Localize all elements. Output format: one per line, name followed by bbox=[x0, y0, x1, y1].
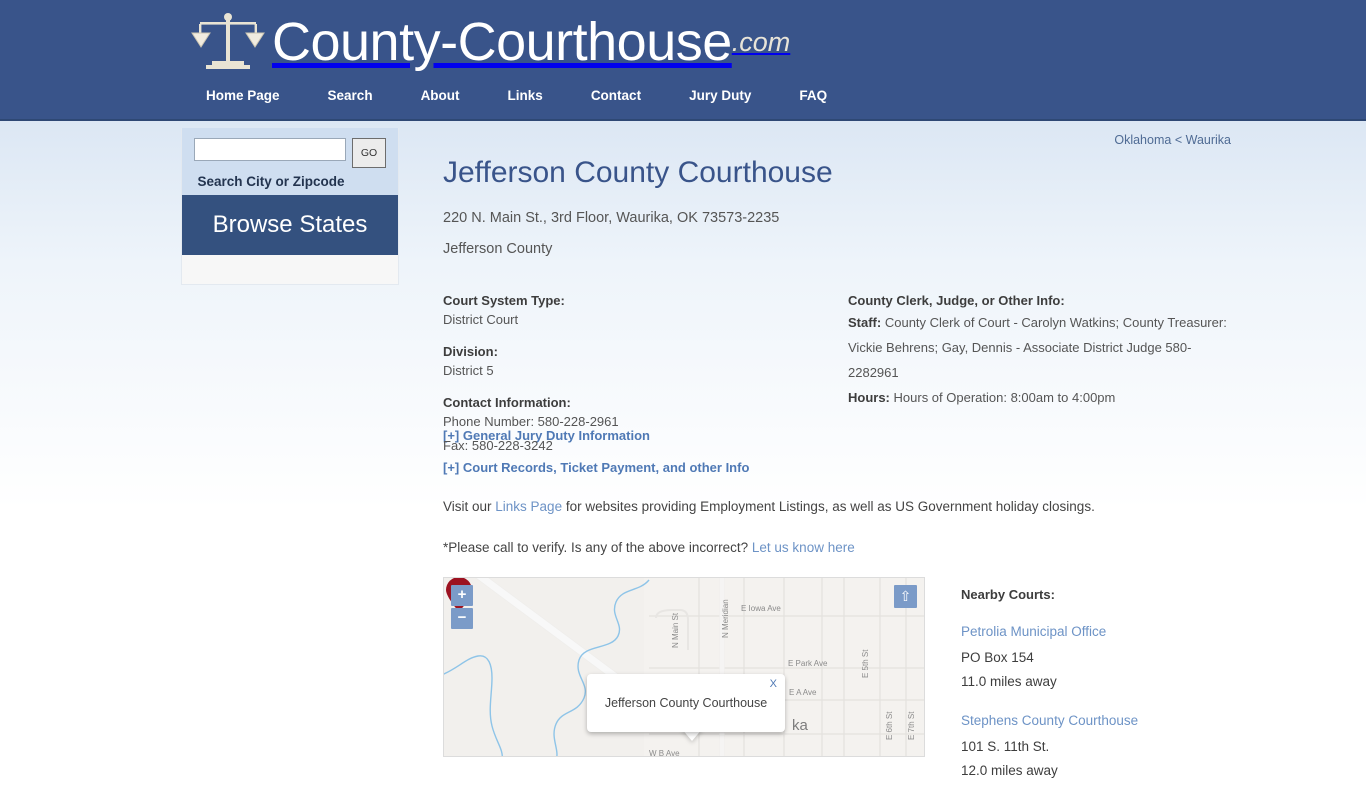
search-input[interactable] bbox=[194, 138, 346, 161]
division-label: Division: bbox=[443, 344, 498, 359]
let-us-know-link[interactable]: Let us know here bbox=[752, 540, 855, 555]
scales-of-justice-icon bbox=[191, 13, 265, 69]
nearby-court-name-link[interactable]: Petrolia Municipal Office bbox=[961, 622, 1231, 642]
nav-item-about[interactable]: About bbox=[397, 88, 484, 103]
main-content: Oklahoma < Waurika Jefferson County Cour… bbox=[443, 121, 1233, 778]
breadcrumb-state-link[interactable]: Oklahoma bbox=[1114, 133, 1171, 147]
main-navigation: Home Page Search About Links Contact Jur… bbox=[190, 88, 851, 103]
infowindow-title: Jefferson County Courthouse bbox=[604, 696, 768, 710]
map-label-city: ka bbox=[792, 717, 809, 734]
nearby-court-name-link[interactable]: Stephens County Courthouse bbox=[961, 711, 1231, 731]
county-clerk-label: County Clerk, Judge, or Other Info: bbox=[848, 293, 1065, 308]
nearby-court-item: Petrolia Municipal Office PO Box 154 11.… bbox=[961, 622, 1231, 694]
expand-court-records-link[interactable]: [+] Court Records, Ticket Payment, and o… bbox=[443, 460, 1233, 475]
division-group: Division: District 5 bbox=[443, 342, 833, 380]
brand-tld: .com bbox=[731, 26, 791, 57]
nav-item-faq[interactable]: FAQ bbox=[775, 88, 851, 103]
map-fullscreen-button[interactable]: ⇧ bbox=[894, 585, 917, 608]
nav-item-home-page[interactable]: Home Page bbox=[190, 88, 304, 103]
hours-value: Hours of Operation: 8:00am to 4:00pm bbox=[893, 390, 1116, 405]
page-title: Jefferson County Courthouse bbox=[443, 156, 833, 189]
nearby-court-address: PO Box 154 bbox=[961, 650, 1034, 665]
nearby-court-address: 101 S. 11th St. bbox=[961, 739, 1050, 754]
nav-item-links[interactable]: Links bbox=[484, 88, 567, 103]
map-label-e-park-ave: E Park Ave bbox=[788, 659, 828, 668]
map-label-n-main-st: N Main St bbox=[671, 612, 680, 648]
courthouse-address: 220 N. Main St., 3rd Floor, Waurika, OK … bbox=[443, 210, 780, 226]
staff-label: Staff: bbox=[848, 315, 882, 330]
map-label-e-7th-st: E 7th St bbox=[907, 711, 916, 740]
info-columns: Court System Type: District Court Divisi… bbox=[443, 291, 1233, 453]
nav-item-jury-duty[interactable]: Jury Duty bbox=[665, 88, 775, 103]
map-infowindow: Jefferson County Courthouse X bbox=[587, 674, 785, 732]
staff-value: County Clerk of Court - Carolyn Watkins;… bbox=[848, 315, 1227, 380]
map-label-e-iowa-ave: E Iowa Ave bbox=[741, 604, 781, 613]
fax-number: Fax: 580-228-3242 bbox=[443, 438, 553, 453]
browse-states-button[interactable]: Browse States bbox=[181, 195, 399, 255]
court-system-type-value: District Court bbox=[443, 312, 519, 327]
hours-label: Hours: bbox=[848, 390, 890, 405]
map-region: N Meridian N Main St E Iowa Ave E Park A… bbox=[443, 577, 1233, 778]
info-column-right: County Clerk, Judge, or Other Info: Staf… bbox=[848, 291, 1233, 410]
map-label-e-6th-st: E 6th St bbox=[885, 711, 894, 740]
links-page-link[interactable]: Links Page bbox=[495, 499, 562, 514]
nav-item-search[interactable]: Search bbox=[304, 88, 397, 103]
nav-item-contact[interactable]: Contact bbox=[567, 88, 665, 103]
division-value: District 5 bbox=[443, 363, 494, 378]
search-panel: GO Search City or Zipcode bbox=[181, 128, 399, 195]
sidebar: GO Search City or Zipcode Browse States bbox=[181, 128, 399, 285]
infowindow-close-button[interactable]: X bbox=[770, 677, 777, 691]
map-label-e-a-ave: E A Ave bbox=[789, 688, 817, 697]
contact-information-group: Contact Information: Phone Number: 580-2… bbox=[443, 393, 833, 455]
map-label-e-5th-st: E 5th St bbox=[861, 649, 870, 678]
map-zoom-out-button[interactable]: − bbox=[451, 608, 473, 629]
breadcrumb-city: Waurika bbox=[1185, 133, 1231, 147]
map-zoom-in-button[interactable]: + bbox=[451, 585, 473, 606]
location-map[interactable]: N Meridian N Main St E Iowa Ave E Park A… bbox=[443, 577, 925, 757]
site-header: County-Courthouse .com Home Page Search A… bbox=[0, 0, 1366, 121]
sidebar-footer bbox=[181, 255, 399, 285]
map-label-w-b-ave: W B Ave bbox=[649, 749, 680, 757]
hours-info: Hours: Hours of Operation: 8:00am to 4:0… bbox=[848, 385, 1233, 410]
map-label-n-meridian: N Meridian bbox=[721, 599, 730, 638]
map-zoom-controls: + − bbox=[451, 585, 473, 631]
contact-information-label: Contact Information: bbox=[443, 395, 571, 410]
court-system-type-group: Court System Type: District Court bbox=[443, 291, 833, 329]
site-logo-link[interactable]: County-Courthouse .com bbox=[190, 8, 790, 76]
search-go-button[interactable]: GO bbox=[352, 138, 386, 168]
nearby-courts-title: Nearby Courts: bbox=[961, 587, 1055, 602]
verify-paragraph: *Please call to verify. Is any of the ab… bbox=[443, 538, 1233, 557]
phone-number: Phone Number: 580-228-2961 bbox=[443, 414, 619, 429]
info-column-left: Court System Type: District Court Divisi… bbox=[443, 291, 833, 455]
courthouse-county: Jefferson County bbox=[443, 241, 553, 257]
links-para-post: for websites providing Employment Listin… bbox=[562, 499, 1095, 514]
breadcrumb: Oklahoma < Waurika bbox=[443, 121, 1233, 147]
nearby-court-distance: 12.0 miles away bbox=[961, 763, 1058, 778]
staff-info: Staff: County Clerk of Court - Carolyn W… bbox=[848, 310, 1233, 385]
page-wrapper: GO Search City or Zipcode Browse States … bbox=[0, 121, 1366, 778]
nearby-court-item: Stephens County Courthouse 101 S. 11th S… bbox=[961, 711, 1231, 783]
verify-para-pre: *Please call to verify. Is any of the ab… bbox=[443, 540, 752, 555]
links-page-paragraph: Visit our Links Page for websites provid… bbox=[443, 497, 1233, 516]
links-para-pre: Visit our bbox=[443, 499, 496, 514]
breadcrumb-separator: < bbox=[1174, 133, 1183, 147]
nearby-court-distance: 11.0 miles away bbox=[961, 674, 1057, 689]
search-caption: Search City or Zipcode bbox=[197, 174, 345, 189]
court-system-type-label: Court System Type: bbox=[443, 293, 565, 308]
brand-name: County-Courthouse bbox=[272, 12, 732, 72]
